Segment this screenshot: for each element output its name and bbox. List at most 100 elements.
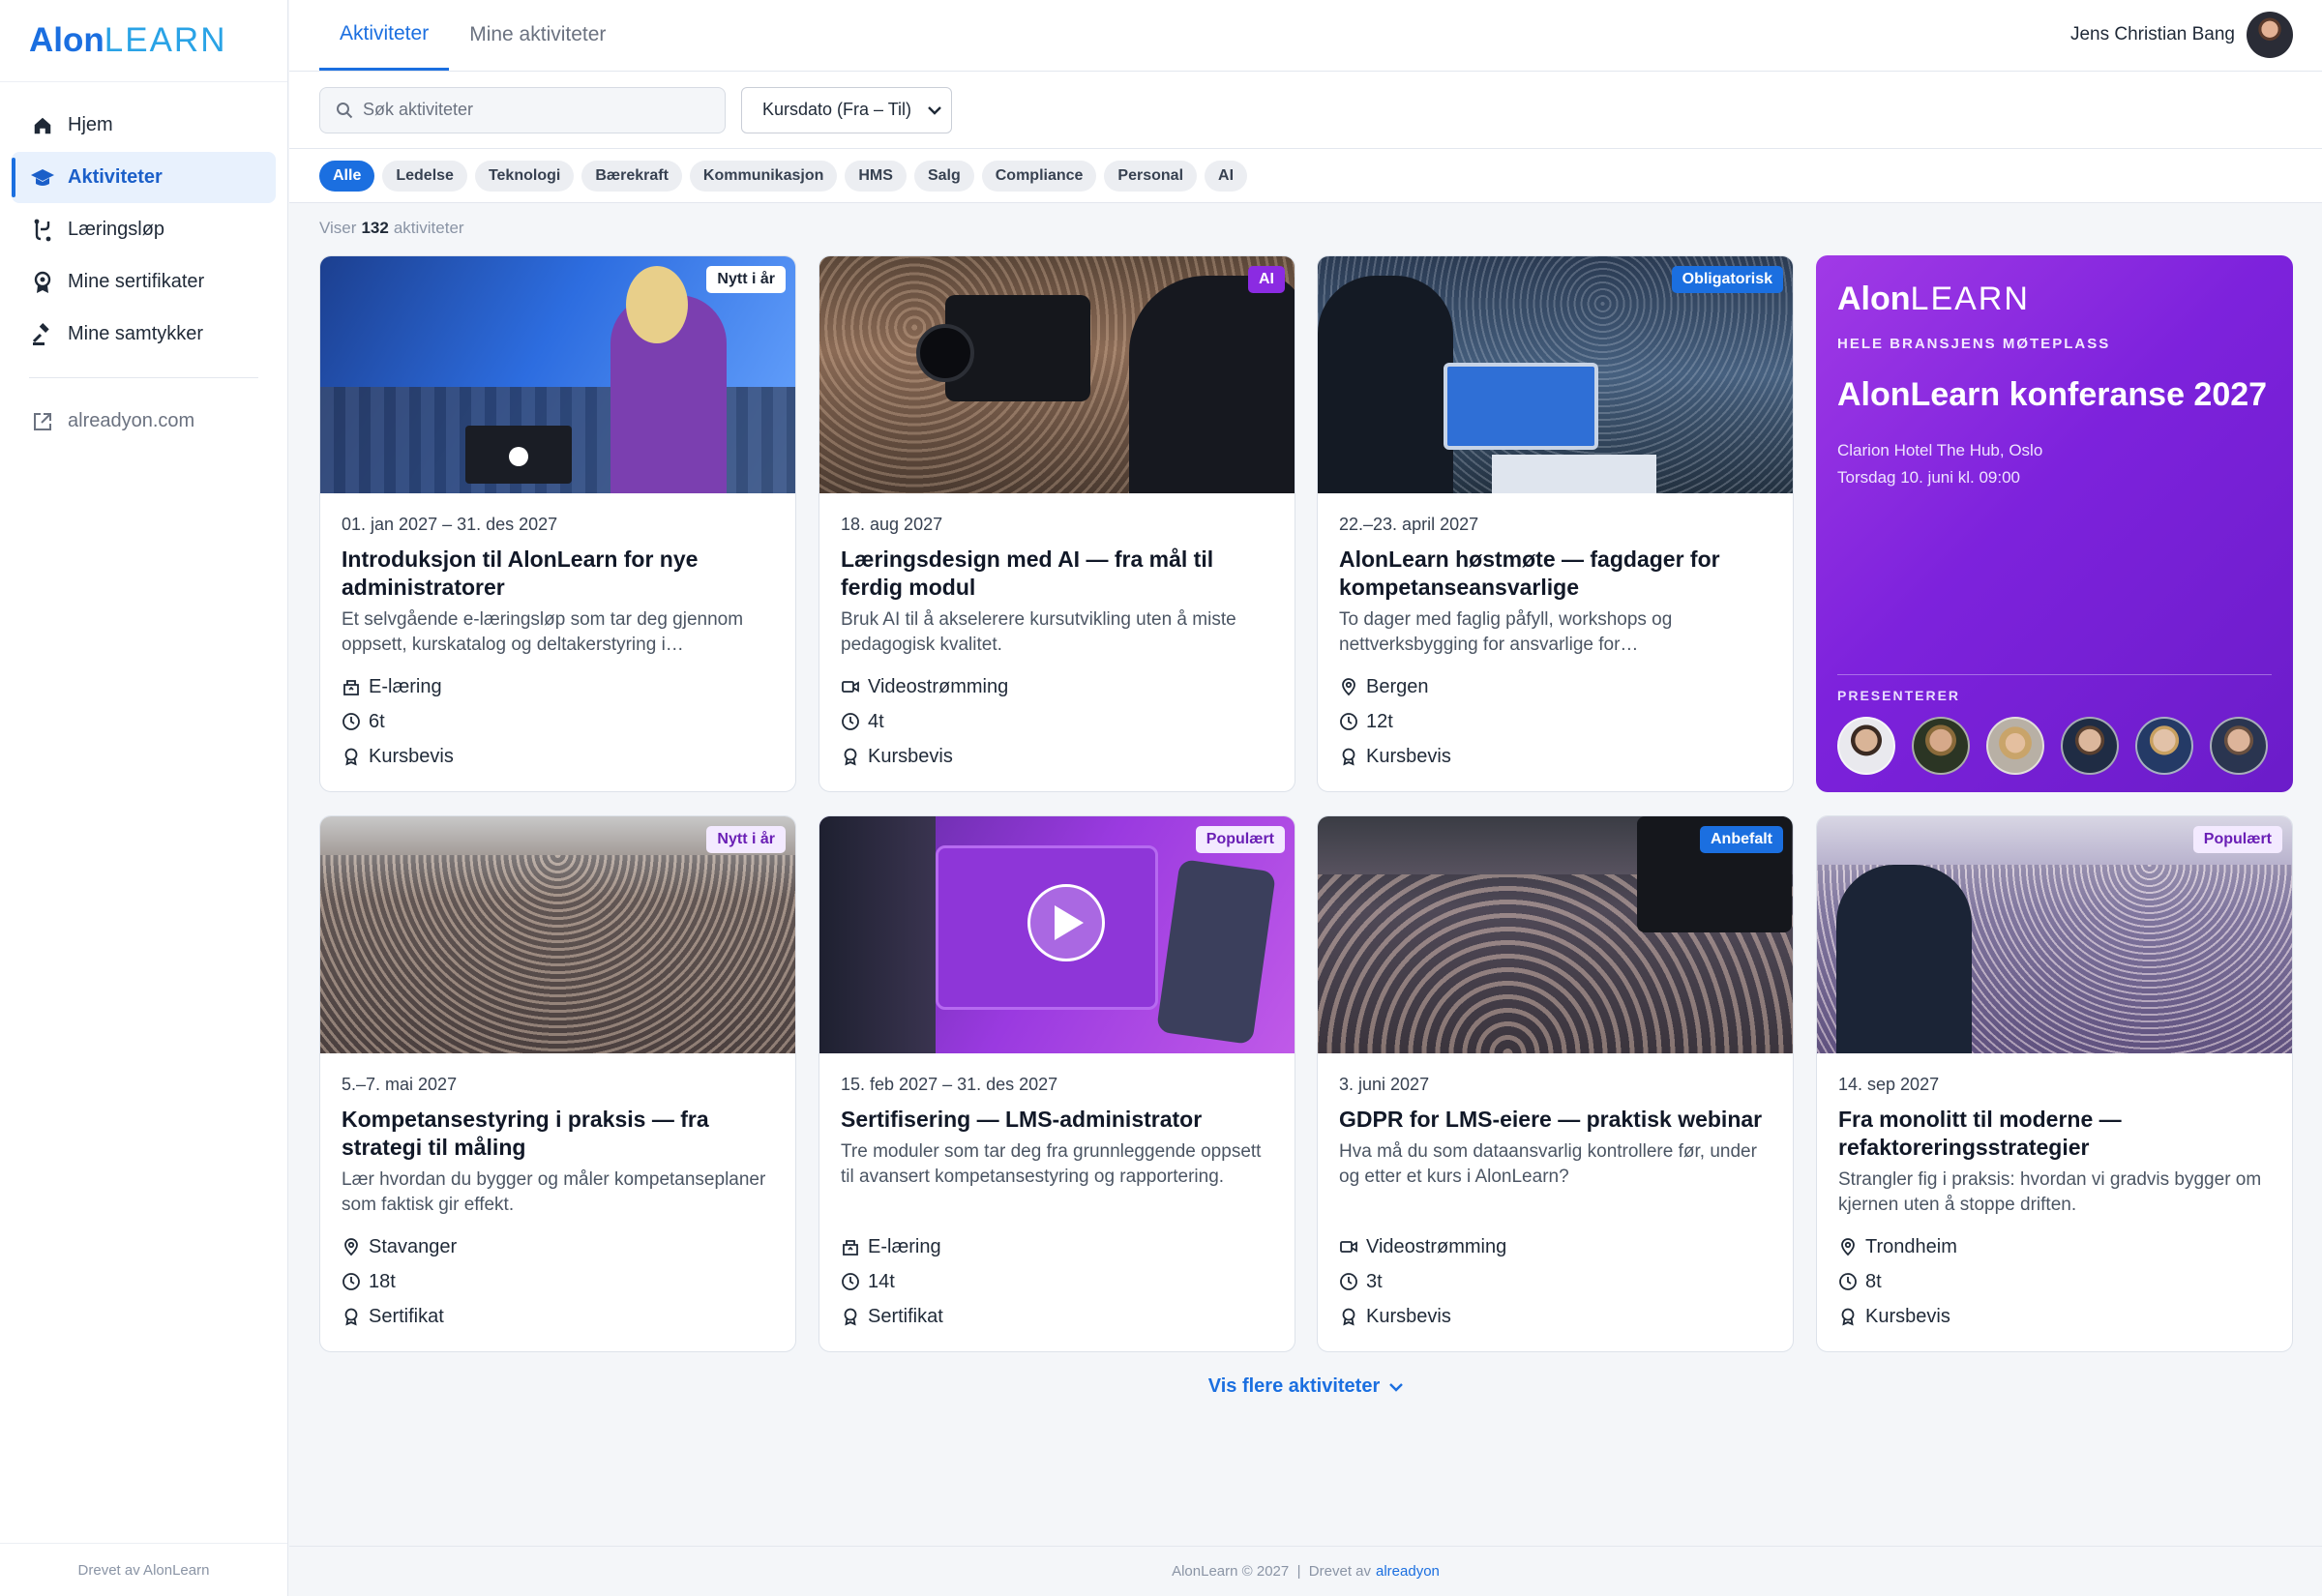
location-pin-icon [342,1237,361,1256]
card-image: Anbefalt [1318,816,1793,1053]
chip-personal[interactable]: Personal [1104,160,1198,192]
clock-icon [841,712,860,731]
card-credential: Kursbevis [1366,745,1451,767]
sidebar-item-aktiviteter[interactable]: Aktiviteter [12,152,276,203]
tab-mine-aktiviteter[interactable]: Mine aktiviteter [449,0,626,71]
card-description: Lær hvordan du bygger og måler kompetans… [342,1169,766,1215]
clock-icon [1339,712,1358,731]
promo-venue: Clarion Hotel The Hub, Oslo [1837,441,2043,459]
chip-ai[interactable]: AI [1205,160,1248,192]
sidebar: Alon LEARN Hjem Aktiviteter Læringsløp Mi… [0,0,288,1596]
category-chips: Alle Ledelse Teknologi Bærekraft Kommuni… [289,149,2322,203]
avatar[interactable] [2247,12,2293,58]
chip-baerekraft[interactable]: Bærekraft [581,160,682,192]
award-icon [841,747,860,766]
award-icon [1838,1307,1858,1326]
presenter-avatar[interactable] [1912,717,1970,775]
sidebar-item-hjem[interactable]: Hjem [12,100,276,151]
activity-card[interactable]: Populært 14. sep 2027 Fra monolitt til m… [1816,815,2293,1352]
promo-logo: AlonLEARN [1837,281,2030,317]
elearning-icon [841,1237,860,1256]
card-image: Nytt i år [320,816,795,1053]
sidebar-item-laeringslop[interactable]: Læringsløp [12,204,276,255]
card-duration: 3t [1366,1270,1383,1292]
chip-teknologi[interactable]: Teknologi [474,160,575,192]
sidebar-item-sertifikater[interactable]: Mine sertifikater [12,256,276,308]
sort-value: Kursdato (Fra – Til) [762,100,912,119]
path-icon [29,217,56,244]
sidebar-external-link[interactable]: alreadyon.com [12,396,276,447]
card-description: Bruk AI til å akselerere kursutvikling u… [841,609,1236,655]
chip-alle[interactable]: Alle [319,160,375,192]
card-image: Nytt i år [320,256,795,493]
activity-card[interactable]: Nytt i år 01. jan 2027 – 31. des 2027 In… [319,255,796,792]
presenter-avatar[interactable] [1986,717,2044,775]
card-credential: Kursbevis [369,745,454,767]
presenter-avatar[interactable] [2210,717,2268,775]
chip-hms[interactable]: HMS [845,160,907,192]
card-title[interactable]: Sertifisering — LMS-administrator [841,1106,1273,1134]
tab-aktiviteter[interactable]: Aktiviteter [319,0,450,71]
sort-select[interactable]: Kursdato (Fra – Til) [741,86,952,133]
card-description: Hva må du som dataansvarlig kontrollere … [1339,1141,1757,1187]
card-format: E-læring [369,675,442,697]
sidebar-item-samtykker[interactable]: Mine samtykker [12,309,276,360]
top-bar: Aktiviteter Mine aktiviteter Jens Christ… [289,0,2322,72]
presenter-avatar[interactable] [2135,717,2193,775]
card-title[interactable]: Introduksjon til AlonLearn for nye admin… [342,546,774,602]
card-credential: Sertifikat [868,1305,943,1327]
sidebar-item-label: Læringsløp [68,219,165,240]
award-icon [1339,747,1358,766]
card-description: Tre moduler som tar deg fra grunnleggend… [841,1141,1262,1187]
card-duration: 6t [369,710,385,732]
footer-link[interactable]: alreadyon [1376,1563,1440,1580]
sidebar-item-label: Aktiviteter [68,166,163,188]
card-duration: 18t [369,1270,396,1292]
sidebar-nav: Hjem Aktiviteter Læringsløp Mine sertifi… [0,82,287,465]
card-date: 14. sep 2027 [1838,1075,1940,1094]
external-link-icon [29,408,56,435]
sidebar-divider [29,377,258,378]
elearning-icon [342,677,361,696]
card-description: Et selvgående e-læringsløp som tar deg g… [342,609,744,655]
clock-icon [841,1272,860,1291]
card-badge: Nytt i år [706,826,786,853]
promo-title[interactable]: AlonLearn konferanse 2027 [1837,377,2272,412]
card-format: Videostrømming [868,675,1009,697]
search-icon [336,102,353,119]
card-title[interactable]: Fra monolitt til moderne — refaktorering… [1838,1106,2271,1162]
activity-card[interactable]: AI 18. aug 2027 Læringsdesign med AI — f… [819,255,1295,792]
card-title[interactable]: Læringsdesign med AI — fra mål til ferdi… [841,546,1273,602]
presenter-avatar[interactable] [1837,717,1895,775]
promo-time: Torsdag 10. juni kl. 09:00 [1837,468,2021,487]
chevron-down-icon [1380,1375,1404,1398]
award-icon [841,1307,860,1326]
chip-compliance[interactable]: Compliance [981,160,1097,192]
brand-logo[interactable]: Alon LEARN [0,0,287,82]
activity-card[interactable]: Nytt i år 5.–7. mai 2027 Kompetansestyri… [319,815,796,1352]
activity-card[interactable]: Obligatorisk 22.–23. april 2027 AlonLear… [1317,255,1794,792]
card-title[interactable]: GDPR for LMS-eiere — praktisk webinar [1339,1106,1771,1134]
card-title[interactable]: AlonLearn høstmøte — fagdager for kompet… [1339,546,1771,602]
gavel-icon [29,321,56,348]
chip-ledelse[interactable]: Ledelse [382,160,467,192]
load-more-button[interactable]: Vis flere aktiviteter [289,1375,2322,1398]
activity-card[interactable]: Populært 15. feb 2027 – 31. des 2027 Ser… [819,815,1295,1352]
award-icon [342,747,361,766]
conference-promo-card[interactable]: AlonLEARN HELE BRANSJENS MØTEPLASS AlonL… [1816,255,2293,792]
card-format: Videostrømming [1366,1235,1507,1257]
card-title[interactable]: Kompetansestyring i praksis — fra strate… [342,1106,774,1162]
search-input[interactable]: Søk aktiviteter [319,86,726,133]
chevron-down-icon [928,100,941,120]
home-icon [29,112,56,139]
chip-kommunikasjon[interactable]: Kommunikasjon [689,160,838,192]
presenter-avatar[interactable] [2061,717,2119,775]
user-menu[interactable]: Jens Christian Bang [2070,12,2293,58]
card-date: 5.–7. mai 2027 [342,1075,458,1094]
card-duration: 12t [1366,710,1393,732]
card-date: 3. juni 2027 [1339,1075,1430,1094]
video-icon [1339,1237,1358,1256]
activity-card[interactable]: Anbefalt 3. juni 2027 GDPR for LMS-eiere… [1317,815,1794,1352]
chip-salg[interactable]: Salg [913,160,974,192]
user-name: Jens Christian Bang [2069,24,2235,44]
